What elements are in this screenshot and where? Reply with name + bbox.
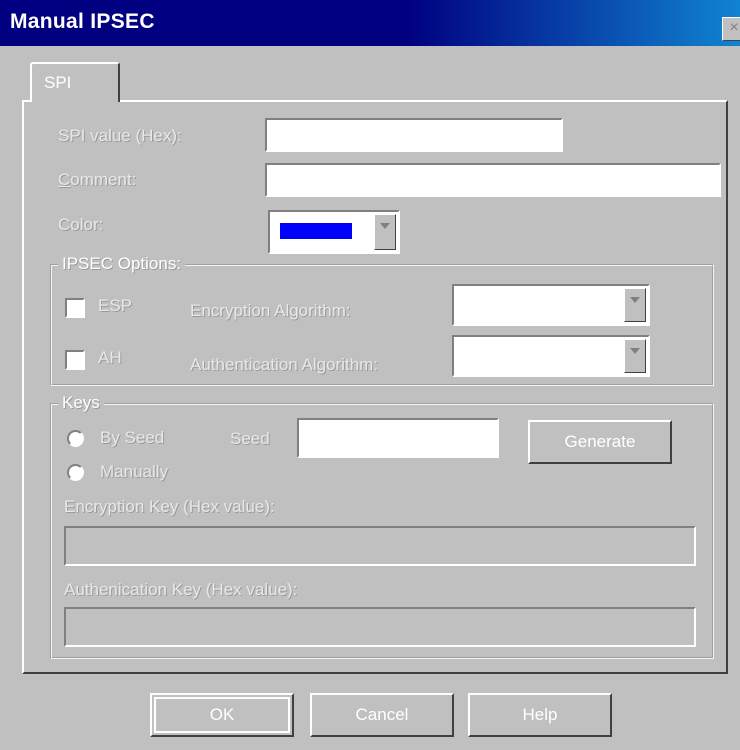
ok-button[interactable]: OK — [150, 693, 294, 737]
ipsec-options-title: IPSEC Options: — [58, 254, 186, 274]
color-combo[interactable] — [268, 210, 400, 254]
seed-input[interactable] — [299, 420, 497, 456]
generate-button[interactable]: Generate — [528, 420, 672, 464]
encryption-algorithm-label: Encryption Algorithm: — [190, 301, 351, 320]
keys-title: Keys — [58, 393, 104, 413]
seed-field[interactable] — [297, 418, 499, 458]
tab-spi-label: SPI — [44, 73, 72, 92]
tab-spi[interactable]: SPI — [30, 62, 120, 102]
authentication-key-field[interactable] — [64, 607, 696, 647]
manually-label: Manually — [100, 462, 169, 481]
encryption-key-field[interactable] — [64, 526, 696, 566]
spi-value-label: SPI value (Hex): — [58, 126, 182, 145]
encryption-key-label: Encryption Key (Hex value): — [64, 497, 275, 516]
ah-checkbox[interactable] — [65, 350, 85, 370]
color-label: Color: — [58, 215, 104, 234]
comment-field[interactable] — [265, 163, 721, 197]
comment-input[interactable] — [267, 165, 719, 195]
comment-label-rest: omment: — [70, 170, 137, 189]
manually-radio[interactable] — [67, 464, 84, 481]
close-icon[interactable]: × — [722, 17, 740, 41]
authentication-key-label: Authenication Key (Hex value): — [64, 580, 298, 599]
esp-checkbox[interactable] — [65, 298, 85, 318]
authentication-algorithm-select[interactable] — [452, 335, 650, 377]
esp-label: ESP — [98, 296, 133, 315]
ah-label: AH — [98, 348, 122, 367]
color-dropdown-arrow-icon[interactable] — [374, 214, 396, 250]
help-button[interactable]: Help — [468, 693, 612, 737]
encryption-algorithm-dropdown-arrow-icon[interactable] — [624, 288, 646, 322]
by-seed-radio[interactable] — [67, 430, 84, 447]
by-seed-label: By Seed — [100, 428, 165, 447]
title-bar: Manual IPSEC × — [0, 0, 740, 46]
encryption-algorithm-select[interactable] — [452, 284, 650, 326]
spi-value-field[interactable] — [265, 118, 563, 152]
authentication-algorithm-dropdown-arrow-icon[interactable] — [624, 339, 646, 373]
authentication-algorithm-label: Authentication Algorithm: — [190, 355, 379, 374]
comment-label-mnemonic: C — [58, 170, 71, 189]
cancel-button[interactable]: Cancel — [310, 693, 454, 737]
color-swatch — [280, 223, 352, 239]
comment-label: Comment: — [58, 170, 136, 190]
window-title: Manual IPSEC — [10, 10, 155, 33]
manual-ipsec-dialog: Manual IPSEC × SPI SPI value (Hex): Comm… — [0, 0, 740, 750]
spi-value-input[interactable] — [267, 120, 561, 150]
seed-label: Seed — [230, 429, 270, 448]
